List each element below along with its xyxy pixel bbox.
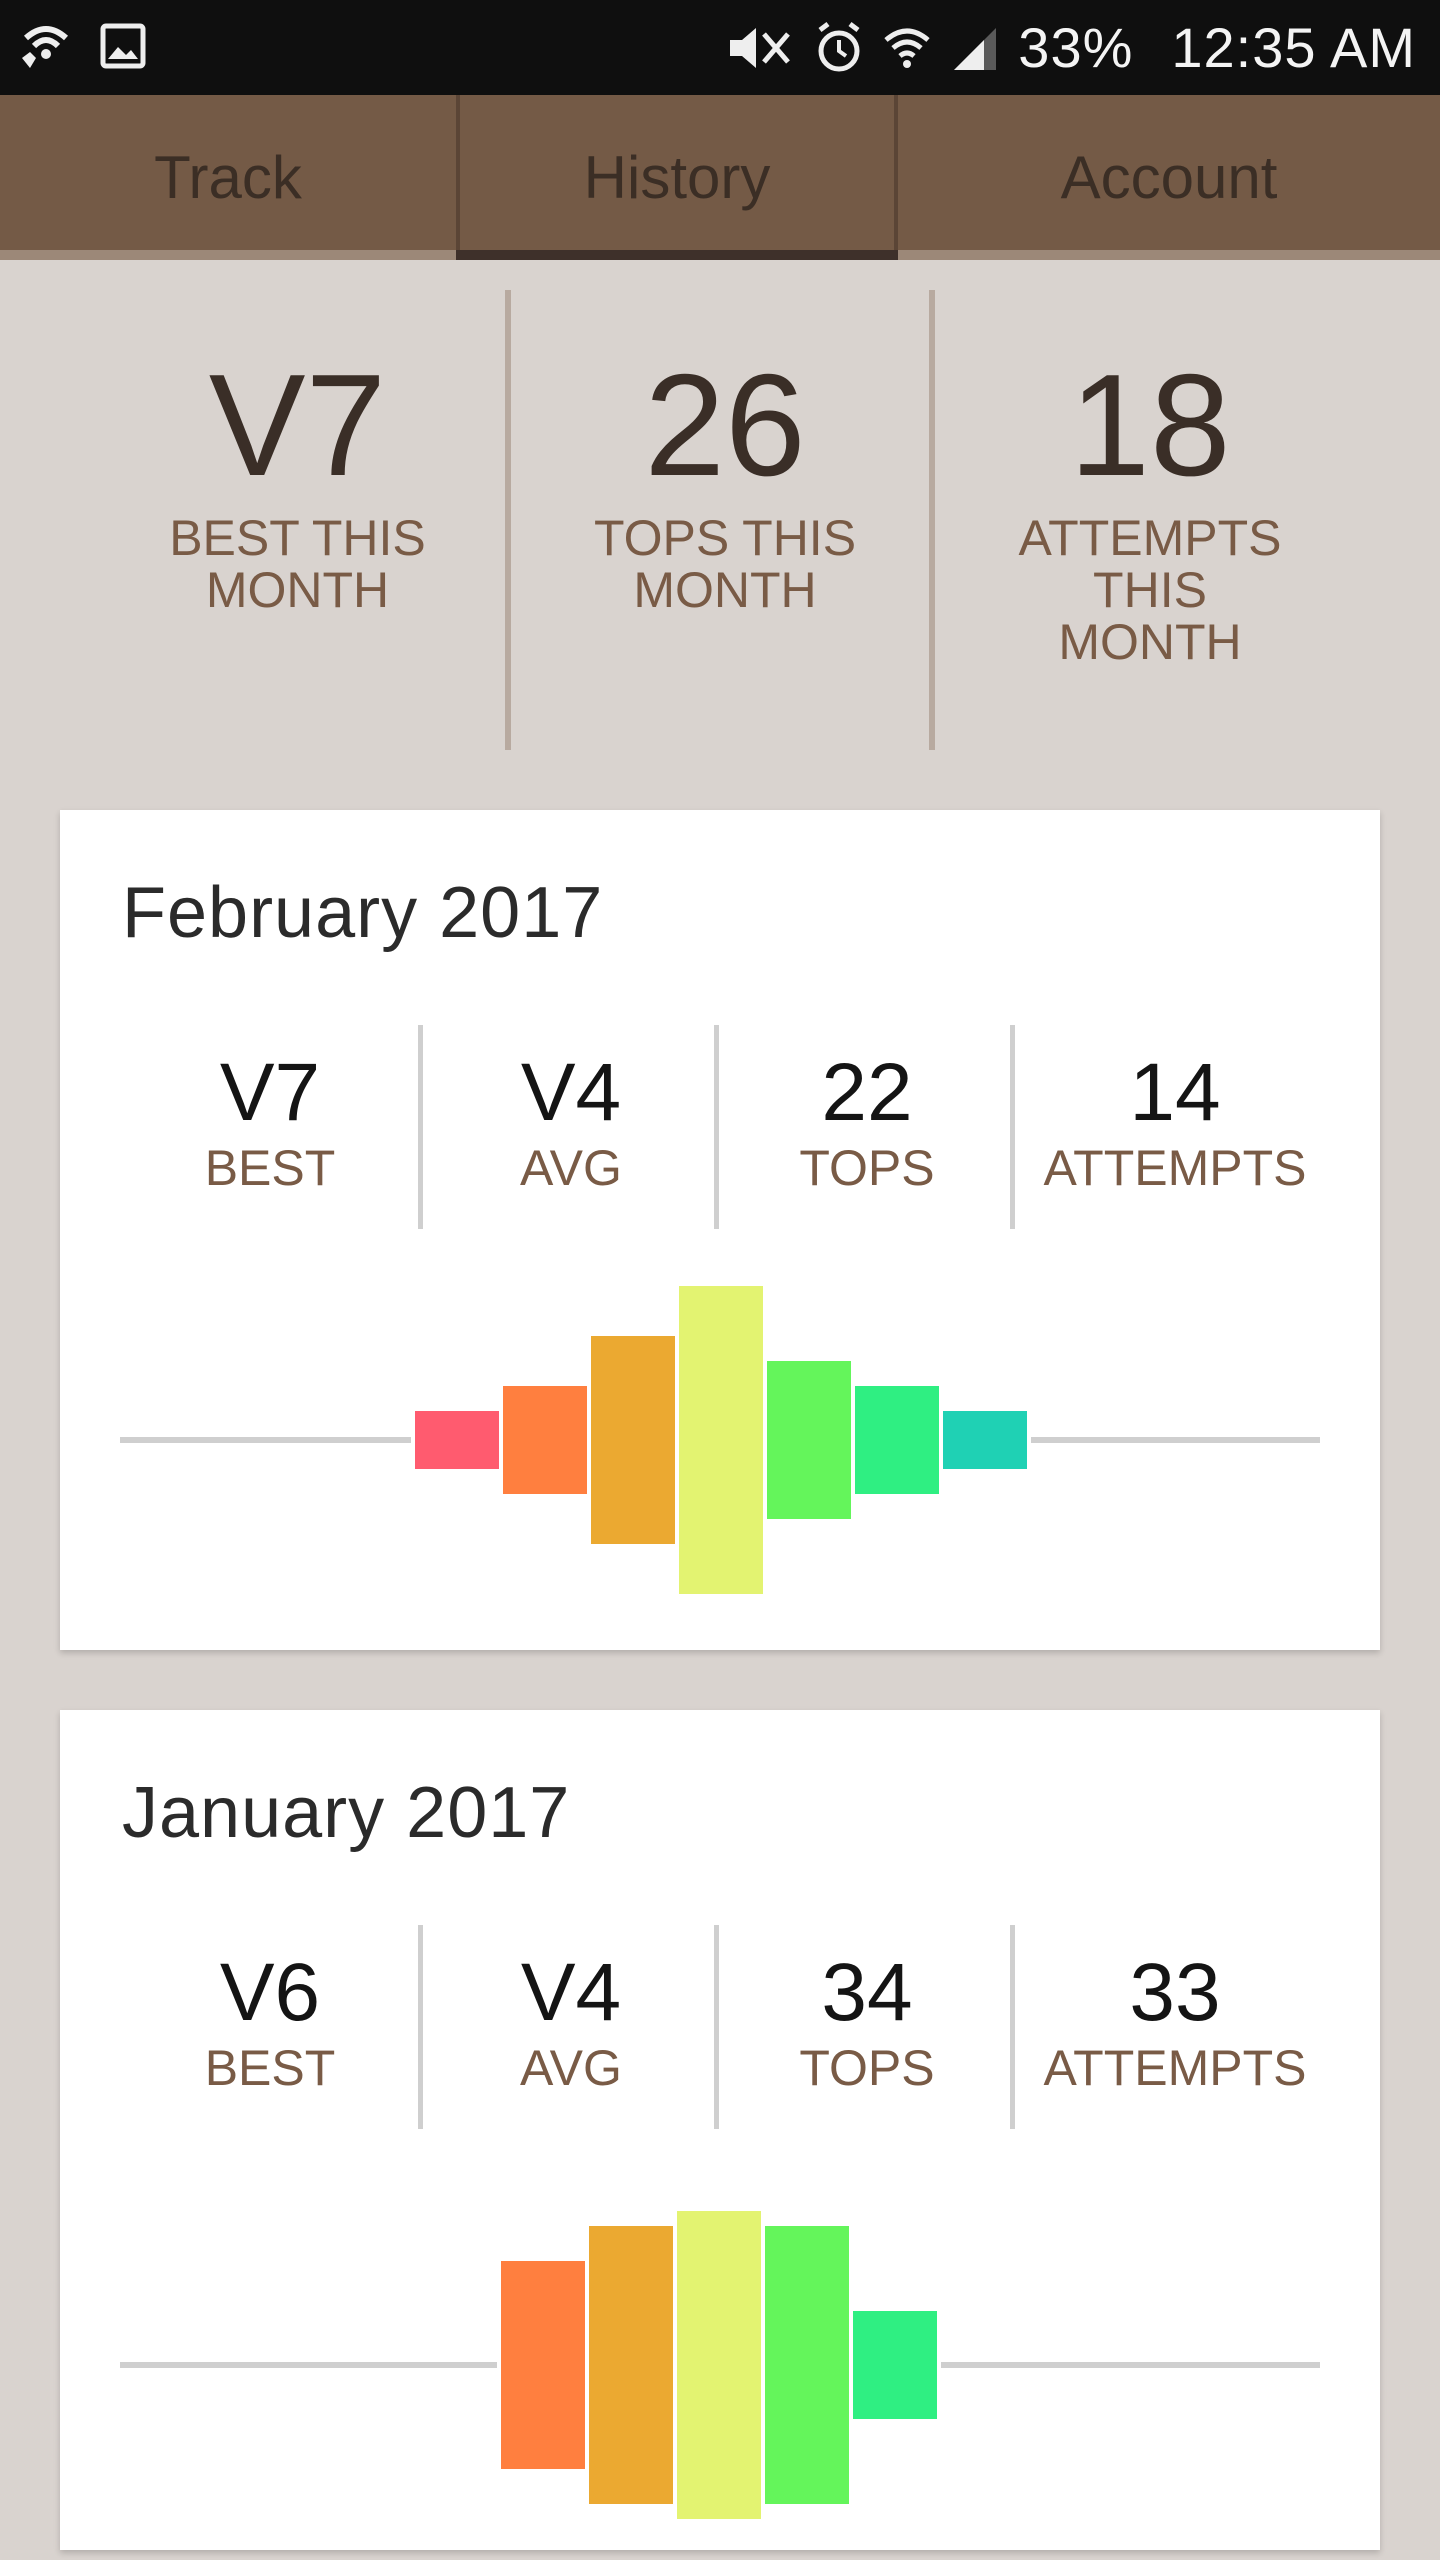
chart-bar-2 [501, 2261, 585, 2469]
monthly-summary: V7 BEST THIS MONTH 26 TOPS THIS MONTH 18… [0, 290, 1440, 750]
summary-attempts: 18 ATTEMPTS THIS MONTH [1005, 290, 1295, 750]
tab-bar: Track History Account [0, 95, 1440, 260]
image-icon [100, 23, 146, 69]
summary-best: V7 BEST THIS MONTH [140, 290, 455, 750]
stat-avg-label: AVG [520, 2040, 622, 2096]
grade-distribution-chart [120, 1286, 1320, 1594]
alarm-icon [814, 20, 864, 76]
notification-icons [18, 16, 146, 76]
stat-avg: V4 AVG [423, 1947, 719, 2097]
wifi-icon [882, 20, 932, 76]
stat-tops: 34 TOPS [719, 1947, 1015, 2097]
tab-history[interactable]: History [456, 95, 898, 260]
summary-best-label: BEST THIS MONTH [169, 510, 426, 618]
chart-bar-1 [415, 1411, 499, 1469]
stat-tops-label: TOPS [799, 2040, 935, 2096]
summary-tops: 26 TOPS THIS MONTH [580, 290, 870, 750]
stat-best-label: BEST [204, 2040, 336, 2096]
system-icons: 33% 12:35 AM [724, 0, 1416, 95]
chart-bar-4 [677, 2211, 761, 2519]
stat-attempts-label: ATTEMPTS [1043, 2040, 1307, 2096]
stat-tops-value: 22 [821, 1047, 913, 1138]
month-card-january[interactable]: January 2017 V6 BEST V4 AVG 34 TOPS 33 A… [60, 1710, 1380, 2550]
stat-avg-value: V4 [520, 1047, 622, 1138]
tab-account[interactable]: Account [898, 95, 1440, 260]
stat-best-label: BEST [204, 1140, 336, 1196]
summary-tops-value: 26 [644, 344, 806, 506]
chart-bar-5 [767, 1361, 851, 1519]
chart-bar-5 [765, 2226, 849, 2504]
stat-attempts: 33 ATTEMPTS [1015, 1947, 1335, 2097]
tab-history-label: History [583, 144, 771, 211]
summary-attempts-label: ATTEMPTS THIS MONTH [1018, 510, 1282, 670]
chart-bar-3 [589, 2226, 673, 2504]
summary-best-value: V7 [208, 344, 387, 506]
stat-avg-label: AVG [520, 1140, 622, 1196]
tab-track[interactable]: Track [0, 95, 456, 260]
chart-bar-2 [503, 1386, 587, 1494]
stat-attempts-value: 14 [1129, 1047, 1221, 1138]
clock: 12:35 AM [1171, 16, 1416, 79]
signal-icon [950, 20, 1000, 76]
status-bar: 33% 12:35 AM [0, 0, 1440, 95]
tab-track-label: Track [154, 144, 302, 211]
stat-attempts-value: 33 [1129, 1947, 1221, 2038]
summary-tops-label: TOPS THIS MONTH [593, 510, 857, 618]
stat-avg: V4 AVG [423, 1047, 719, 1197]
tab-account-label: Account [1060, 144, 1278, 211]
chart-bar-6 [855, 1386, 939, 1494]
summary-divider [505, 290, 511, 750]
stat-attempts: 14 ATTEMPTS [1015, 1047, 1335, 1197]
chart-bar-3 [591, 1336, 675, 1544]
chart-bar-6 [853, 2311, 937, 2419]
stat-best: V7 BEST [122, 1047, 418, 1197]
chart-bar-7 [943, 1411, 1027, 1469]
stat-best-value: V6 [219, 1947, 321, 2038]
month-card-february[interactable]: February 2017 V7 BEST V4 AVG 22 TOPS 14 … [60, 810, 1380, 1650]
stat-tops-label: TOPS [799, 1140, 935, 1196]
chart-bar-4 [679, 1286, 763, 1594]
stat-best-value: V7 [219, 1047, 321, 1138]
stat-tops: 22 TOPS [719, 1047, 1015, 1197]
month-title: February 2017 [122, 873, 604, 953]
stat-tops-value: 34 [821, 1947, 913, 2038]
stat-avg-value: V4 [520, 1947, 622, 2038]
stat-attempts-label: ATTEMPTS [1043, 1140, 1307, 1196]
month-title: January 2017 [122, 1773, 571, 1853]
stat-best: V6 BEST [122, 1947, 418, 2097]
mute-icon [724, 20, 796, 76]
summary-divider [929, 290, 935, 750]
wifi-call-icon [18, 18, 74, 74]
summary-attempts-value: 18 [1069, 344, 1231, 506]
battery-level: 33% [1018, 16, 1134, 79]
grade-distribution-chart [120, 2211, 1320, 2519]
